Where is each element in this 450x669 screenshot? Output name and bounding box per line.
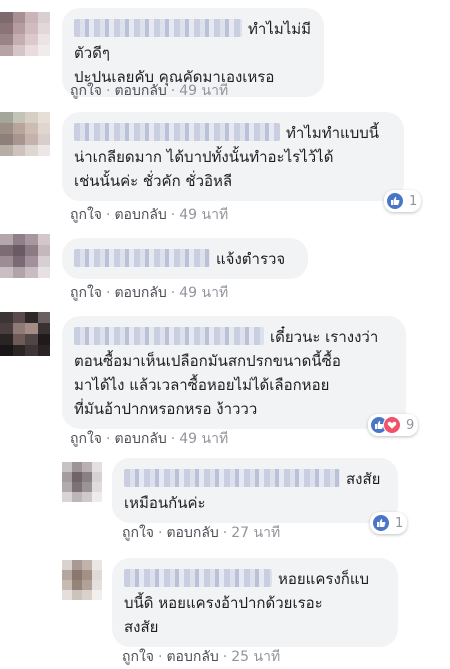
- commenter-name[interactable]: [74, 327, 264, 345]
- reaction-count: 1: [409, 193, 418, 209]
- reply-bubble: หอยแครงก็แบ บนี้ดิ หอยแครงอ้าปากด้วยเรอะ…: [112, 558, 398, 647]
- reaction-summary[interactable]: 9: [368, 414, 419, 436]
- commenter-name[interactable]: [74, 123, 280, 141]
- like-link[interactable]: ถูกใจ: [70, 83, 102, 99]
- like-link[interactable]: ถูกใจ: [70, 431, 102, 447]
- comment-text: แจ้งตำรวจ: [216, 250, 286, 268]
- comment-text: ทำไมทำแบบนี้: [286, 124, 380, 142]
- reply-actions: ถูกใจ · ตอบกลับ · 27 นาที: [122, 525, 281, 541]
- comment-text: น่าเกลียดมาก ได้บาปทั้งนั้นทำอะไรไว้ได้: [74, 148, 334, 166]
- like-link[interactable]: ถูกใจ: [70, 207, 102, 223]
- timestamp[interactable]: 49 นาที: [179, 83, 228, 99]
- reply-link[interactable]: ตอบกลับ: [114, 431, 166, 447]
- reaction-count: 9: [406, 417, 415, 433]
- comment-actions: ถูกใจ · ตอบกลับ · 49 นาที: [70, 431, 229, 447]
- avatar[interactable]: [0, 312, 50, 356]
- comment-actions: ถูกใจ · ตอบกลับ · 49 นาที: [70, 207, 229, 223]
- reaction-count: 1: [395, 515, 404, 531]
- comment-actions: ถูกใจ · ตอบกลับ · 49 นาที: [70, 285, 229, 301]
- comment-bubble: ทำไมทำแบบนี้ น่าเกลียดมาก ได้บาปทั้งนั้น…: [62, 112, 404, 201]
- timestamp[interactable]: 49 นาที: [179, 285, 228, 301]
- like-link[interactable]: ถูกใจ: [122, 649, 154, 665]
- avatar[interactable]: [62, 462, 102, 502]
- timestamp[interactable]: 25 นาที: [231, 649, 280, 665]
- timestamp[interactable]: 49 นาที: [179, 207, 228, 223]
- commenter-name[interactable]: [74, 19, 242, 37]
- like-icon: [386, 192, 404, 210]
- commenter-name[interactable]: [124, 469, 340, 487]
- comment-text: ตอนซื้อมาเห็นเปลือกมันสกปรกขนาดนี้ซื้อ: [74, 352, 341, 370]
- comment-bubble: แจ้งตำรวจ: [62, 238, 308, 279]
- reply-text: สงสัย: [346, 470, 381, 488]
- reply-link[interactable]: ตอบกลับ: [166, 649, 218, 665]
- comment-bubble: เดี๋ยวนะ เรางงว่า ตอนซื้อมาเห็นเปลือกมัน…: [62, 316, 406, 429]
- like-link[interactable]: ถูกใจ: [70, 285, 102, 301]
- avatar[interactable]: [62, 560, 102, 600]
- like-icon: [372, 514, 390, 532]
- reply-actions: ถูกใจ · ตอบกลับ · 25 นาที: [122, 649, 281, 665]
- comment-text: ที่มันอ้าปากหรอกหรอ ง้าววว: [74, 400, 258, 418]
- avatar[interactable]: [0, 12, 50, 56]
- reply-link[interactable]: ตอบกลับ: [114, 83, 166, 99]
- timestamp[interactable]: 49 นาที: [179, 431, 228, 447]
- comment-text: เดี๋ยวนะ เรางงว่า: [270, 328, 379, 346]
- avatar[interactable]: [0, 234, 50, 278]
- like-link[interactable]: ถูกใจ: [122, 525, 154, 541]
- reply-text: เหมือนกันค่ะ: [124, 494, 206, 512]
- comment-text: เช่นนั้นค่ะ ชั่วคัก ชั่วอิหลี: [74, 172, 233, 190]
- reply-link[interactable]: ตอบกลับ: [166, 525, 218, 541]
- commenter-name[interactable]: [74, 249, 210, 267]
- reply-text: บนี้ดิ หอยแครงอ้าปากด้วยเรอะ: [124, 594, 323, 612]
- reply-text: หอยแครงก็แบ: [278, 570, 370, 588]
- reaction-summary[interactable]: 1: [370, 512, 408, 534]
- commenter-name[interactable]: [124, 569, 272, 587]
- reply-link[interactable]: ตอบกลับ: [114, 285, 166, 301]
- reply-link[interactable]: ตอบกลับ: [114, 207, 166, 223]
- love-icon: [383, 416, 401, 434]
- timestamp[interactable]: 27 นาที: [231, 525, 280, 541]
- avatar[interactable]: [0, 112, 50, 156]
- comment-actions: ถูกใจ · ตอบกลับ · 49 นาที: [70, 83, 229, 99]
- reply-bubble: สงสัย เหมือนกันค่ะ: [112, 458, 398, 523]
- reply-text: สงสัย: [124, 618, 159, 636]
- reaction-summary[interactable]: 1: [384, 190, 422, 212]
- comment-text: มาได้ไง แล้วเวลาซื้อหอยไม่ได้เลือกหอย: [74, 376, 330, 394]
